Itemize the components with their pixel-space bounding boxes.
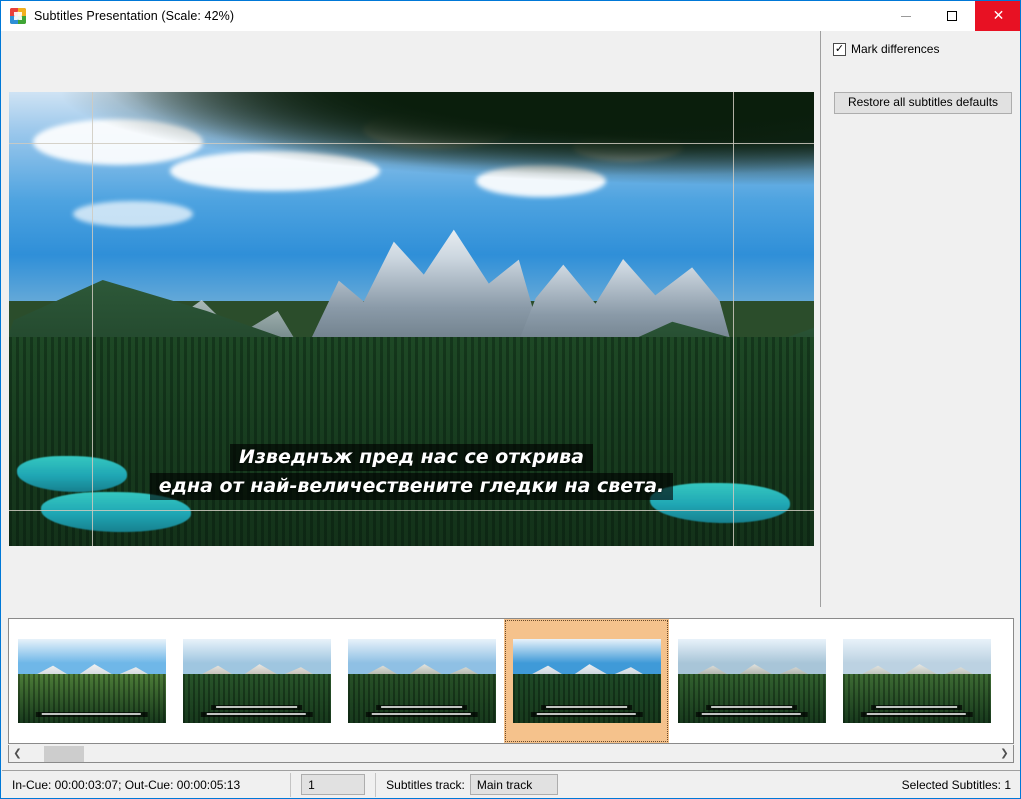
thumbnail-item[interactable] bbox=[504, 619, 669, 743]
scroll-left-arrow-icon[interactable]: ❮ bbox=[9, 746, 26, 762]
puzzle-glyph bbox=[13, 11, 23, 21]
subtitles-track-select[interactable]: Main track bbox=[470, 774, 558, 795]
close-button[interactable]: ✕ bbox=[975, 1, 1021, 31]
status-divider bbox=[290, 773, 291, 797]
thumbnail-item[interactable] bbox=[174, 619, 339, 743]
status-divider bbox=[375, 773, 376, 797]
subtitle-line-1: Изведнъж пред нас се открива bbox=[230, 444, 593, 471]
thumb-subtitle-line bbox=[35, 712, 147, 717]
maximize-button[interactable] bbox=[929, 1, 975, 31]
page-select[interactable]: 1 bbox=[301, 774, 365, 795]
subtitle-overlay[interactable]: Изведнъж пред нас се открива една от най… bbox=[9, 444, 814, 500]
thumb-forest bbox=[513, 674, 661, 723]
window-controls: ✕ bbox=[883, 1, 1021, 31]
checkmark-icon: ✓ bbox=[835, 44, 844, 55]
thumbnail-item[interactable] bbox=[339, 619, 504, 743]
thumb-subtitle-line bbox=[530, 712, 642, 717]
thumbnail-strip[interactable] bbox=[8, 618, 1014, 744]
thumb-subtitle-line bbox=[541, 705, 633, 710]
puzzle-piece-icon bbox=[10, 8, 26, 24]
scrollbar-thumb[interactable] bbox=[44, 746, 84, 762]
title-bar: Subtitles Presentation (Scale: 42%) ✕ bbox=[1, 0, 1021, 31]
thumb-subtitle-line bbox=[200, 712, 312, 717]
subtitles-track-label: Subtitles track: bbox=[386, 778, 465, 792]
thumbnail-item[interactable] bbox=[9, 619, 174, 743]
thumbnail-4[interactable] bbox=[513, 639, 661, 723]
cue-text: In-Cue: 00:00:03:07; Out-Cue: 00:00:05:1… bbox=[12, 778, 240, 792]
minimize-button[interactable] bbox=[883, 1, 929, 31]
thumbnail-2[interactable] bbox=[183, 639, 331, 723]
settings-panel: ✓ Mark differences Restore all subtitles… bbox=[820, 31, 1021, 607]
window-title: Subtitles Presentation (Scale: 42%) bbox=[34, 9, 234, 23]
close-icon: ✕ bbox=[993, 9, 1005, 23]
thumb-sky bbox=[513, 639, 661, 679]
selected-subtitles-count: Selected Subtitles: 1 bbox=[902, 778, 1011, 792]
thumb-subtitle-line bbox=[376, 705, 468, 710]
subtitle-line-2: една от най-величествените гледки на све… bbox=[150, 473, 674, 500]
subtitles-presentation-window: Subtitles Presentation (Scale: 42%) ✕ bbox=[0, 0, 1021, 799]
thumb-subtitle-line bbox=[706, 705, 798, 710]
mark-differences-row[interactable]: ✓ Mark differences bbox=[833, 42, 1021, 56]
status-bar: In-Cue: 00:00:03:07; Out-Cue: 00:00:05:1… bbox=[2, 770, 1021, 798]
thumbnail-3[interactable] bbox=[348, 639, 496, 723]
thumb-subtitle-line bbox=[860, 712, 972, 717]
thumbnail-item[interactable] bbox=[669, 619, 834, 743]
thumb-subtitle-line bbox=[695, 712, 807, 717]
minimize-icon bbox=[901, 16, 911, 17]
thumb-subtitle-line bbox=[871, 705, 963, 710]
guide-line-horizontal-bottom bbox=[9, 510, 814, 511]
thumb-subtitle-line bbox=[211, 705, 303, 710]
thumbnail-5[interactable] bbox=[678, 639, 826, 723]
restore-all-subtitles-defaults-button[interactable]: Restore all subtitles defaults bbox=[834, 92, 1012, 114]
thumbnail-item[interactable] bbox=[834, 619, 999, 743]
guide-line-horizontal-top bbox=[9, 143, 814, 144]
preview-area: Изведнъж пред нас се открива една от най… bbox=[2, 31, 819, 607]
scrollbar-track[interactable] bbox=[26, 746, 996, 762]
thumbnail-1[interactable] bbox=[18, 639, 166, 723]
video-preview-frame[interactable]: Изведнъж пред нас се открива една от най… bbox=[9, 92, 814, 546]
mark-differences-label: Mark differences bbox=[851, 42, 939, 56]
subtitles-track-value: Main track bbox=[477, 778, 532, 792]
maximize-icon bbox=[947, 11, 957, 21]
page-value: 1 bbox=[308, 778, 315, 792]
thumb-subtitle-line bbox=[365, 712, 477, 717]
thumbnail-6[interactable] bbox=[843, 639, 991, 723]
foreground-branches bbox=[9, 92, 814, 192]
thumb-mountain bbox=[513, 657, 661, 694]
scroll-right-arrow-icon[interactable]: ❯ bbox=[996, 746, 1013, 762]
thumbnail-scrollbar[interactable]: ❮ ❯ bbox=[8, 745, 1014, 763]
mark-differences-checkbox[interactable]: ✓ bbox=[833, 43, 846, 56]
